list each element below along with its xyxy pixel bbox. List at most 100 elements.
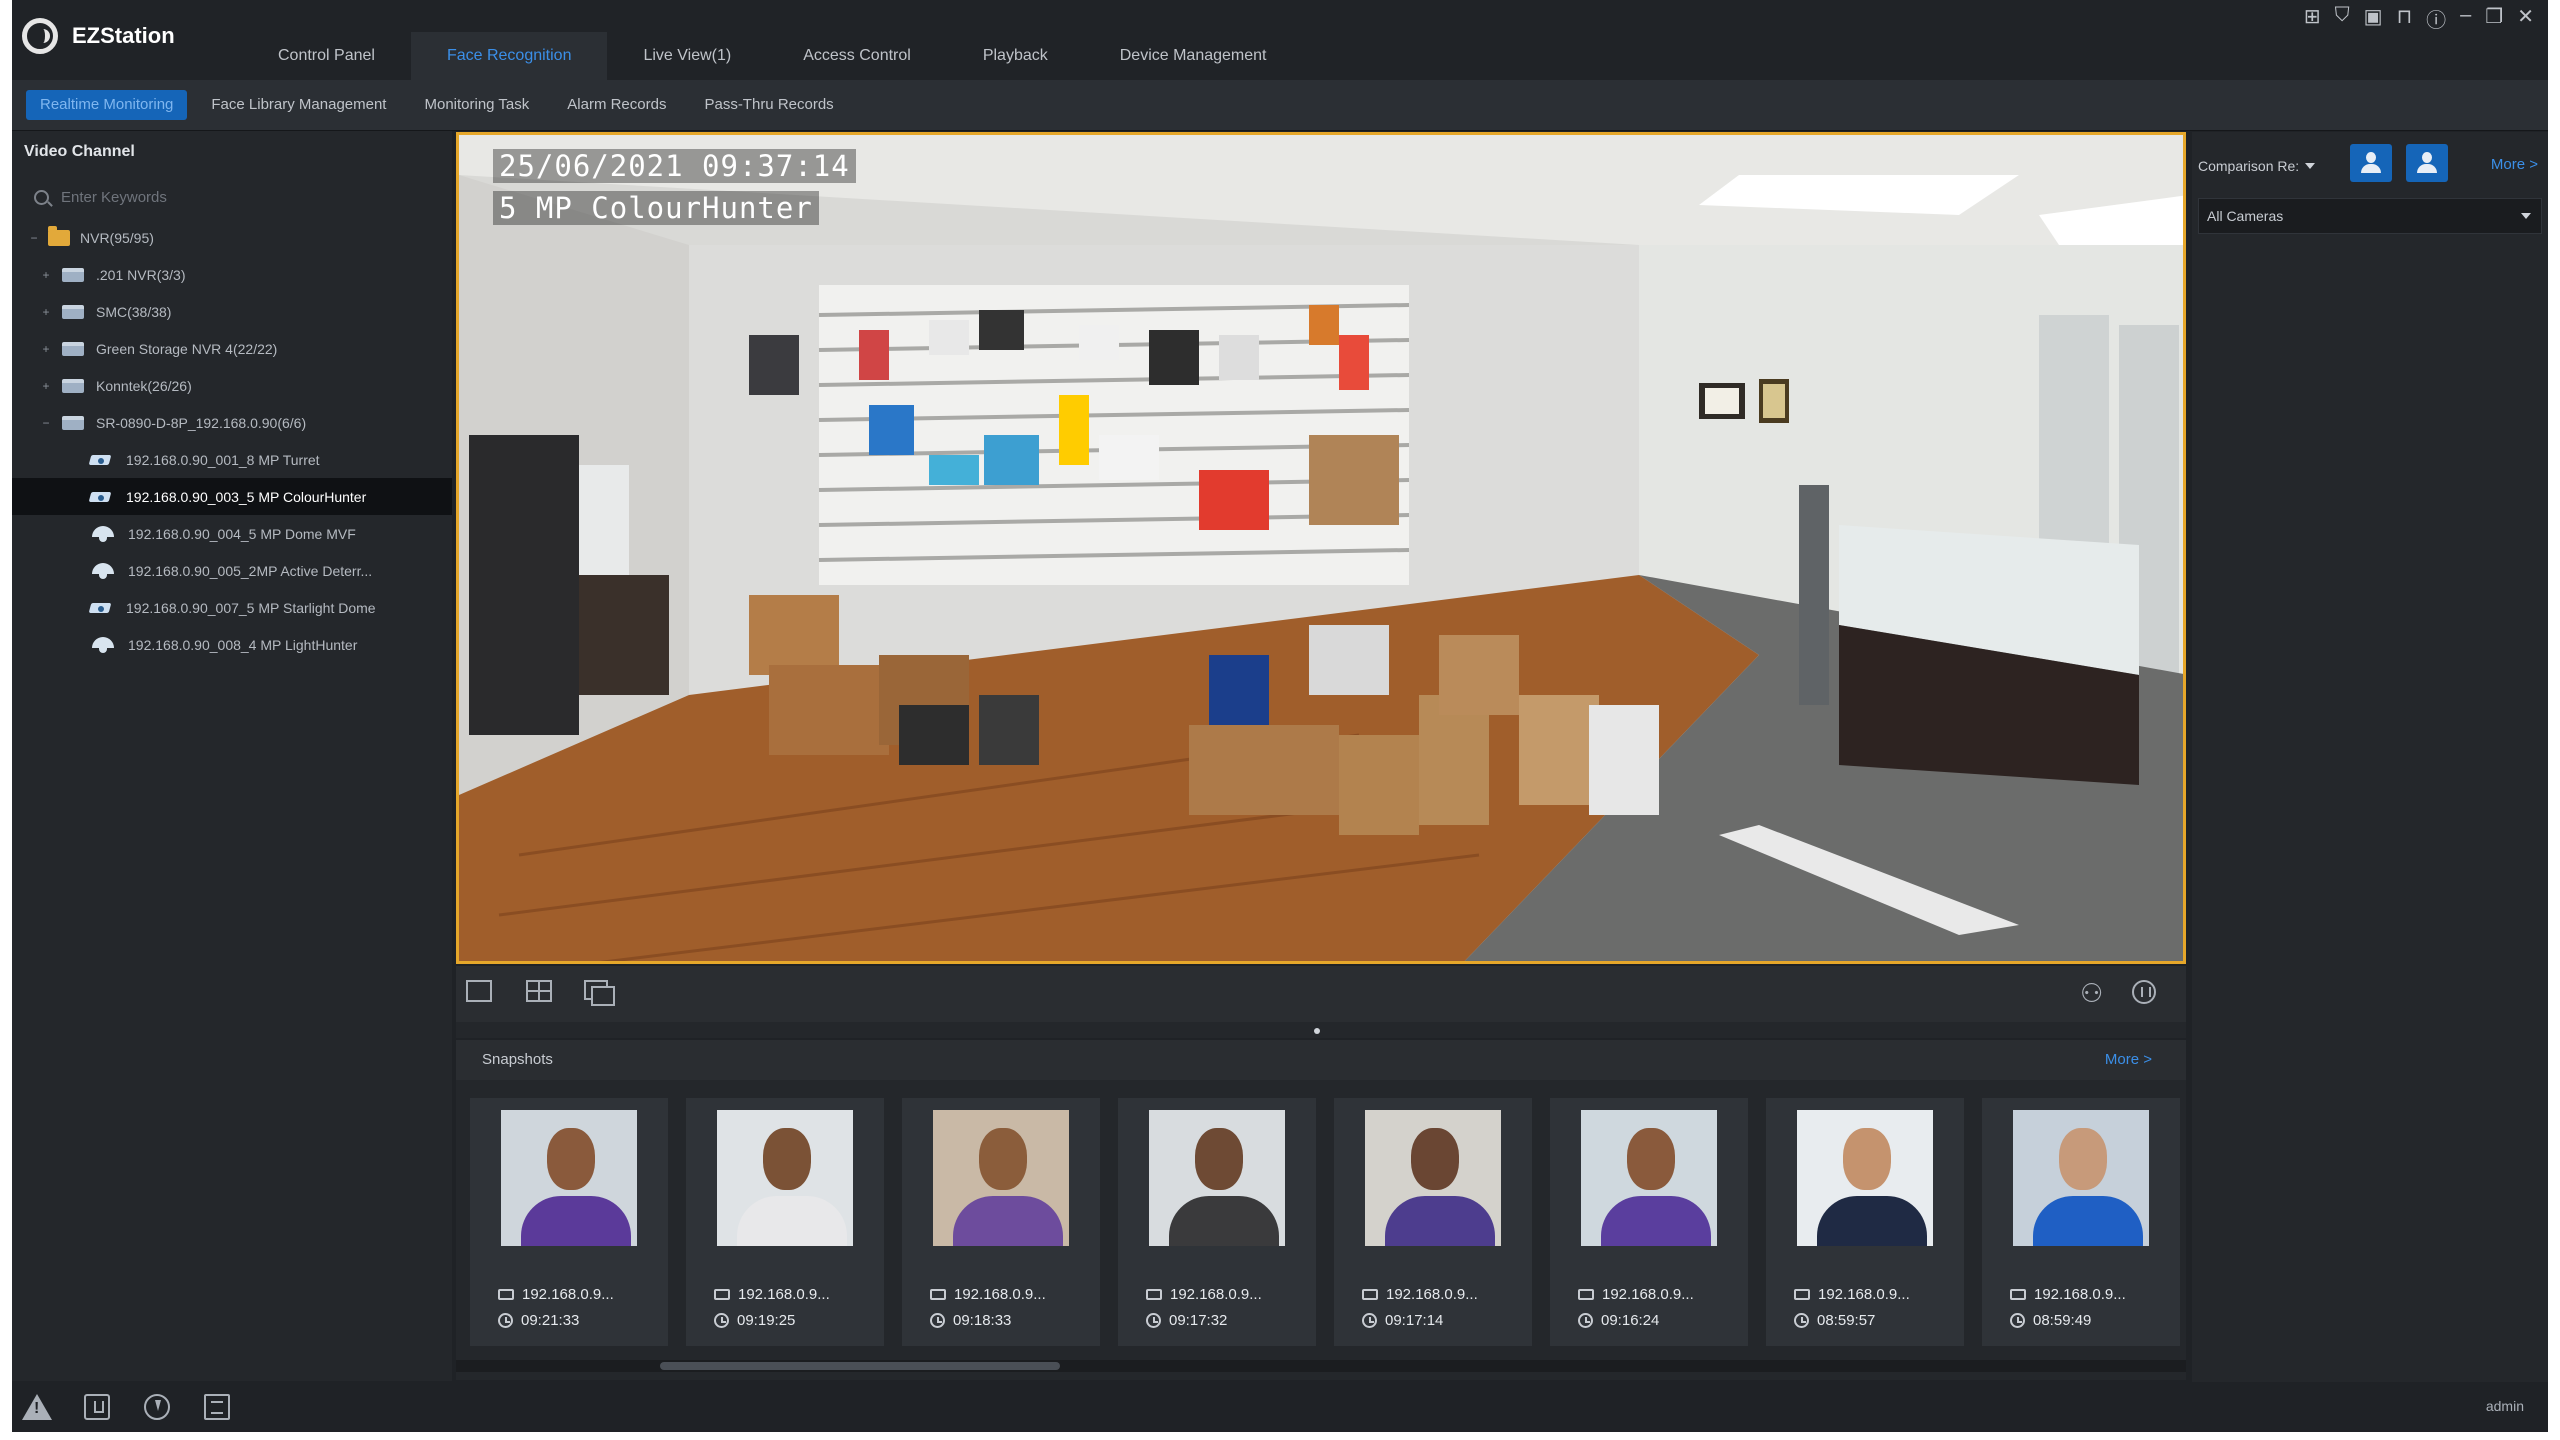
- tree-item-label: 192.168.0.90_008_4 MP LightHunter: [128, 636, 358, 653]
- snapshot-card[interactable]: 192.168.0.9... 09:21:33: [470, 1098, 668, 1346]
- import-icon[interactable]: [84, 1394, 110, 1420]
- snapshot-card[interactable]: 192.168.0.9... 09:17:14: [1334, 1098, 1532, 1346]
- tree-item-label: Green Storage NVR 4(22/22): [96, 340, 278, 357]
- comparison-dropdown[interactable]: Comparison Re:: [2198, 150, 2336, 182]
- scrollbar-thumb[interactable]: [660, 1362, 1060, 1370]
- window-controls: ⊞ ⛉ ▣ ⊓ ⓘ – ❐ ✕: [2304, 4, 2534, 33]
- tree-item[interactable]: 192.168.0.90_007_5 MP Starlight Dome: [12, 589, 452, 626]
- minimize-icon[interactable]: –: [2460, 4, 2471, 33]
- face-thumbnail[interactable]: [1149, 1110, 1285, 1246]
- panel-splitter[interactable]: [456, 1022, 2186, 1038]
- download-icon[interactable]: [144, 1394, 170, 1420]
- quad-view-icon[interactable]: [526, 980, 552, 1002]
- snapshot-time: 09:17:32: [1169, 1312, 1228, 1329]
- snapshot-time: 09:18:33: [953, 1312, 1012, 1329]
- snapshot-time-row: 09:17:32: [1146, 1312, 1227, 1329]
- single-view-icon[interactable]: [466, 980, 492, 1002]
- snapshots-scrollbar[interactable]: [456, 1360, 2186, 1372]
- shirt-skin-icon[interactable]: ⛉: [2335, 4, 2350, 33]
- snapshot-card[interactable]: 192.168.0.9... 09:18:33: [902, 1098, 1100, 1346]
- thumbnail-body: [953, 1196, 1063, 1246]
- snapshots-title: Snapshots: [482, 1051, 553, 1068]
- alarm-warning-icon[interactable]: [22, 1394, 52, 1420]
- close-icon[interactable]: ✕: [2517, 4, 2534, 33]
- task-list-icon[interactable]: [204, 1394, 230, 1420]
- face-thumbnail[interactable]: [1365, 1110, 1501, 1246]
- save-icon[interactable]: ▣: [2364, 4, 2383, 33]
- thumbnail-face: [1843, 1128, 1891, 1190]
- snapshot-card[interactable]: 192.168.0.9... 08:59:49: [1982, 1098, 2180, 1346]
- face-capture-icon[interactable]: ⚇: [2080, 978, 2103, 1009]
- tree-item-label: 192.168.0.90_001_8 MP Turret: [126, 451, 320, 468]
- layout-icon[interactable]: ⊞: [2304, 4, 2321, 33]
- nvr-icon: [62, 304, 84, 319]
- face-match-button[interactable]: [2406, 144, 2448, 182]
- tree-item[interactable]: 192.168.0.90_004_5 MP Dome MVF: [12, 515, 452, 552]
- subtab-face-library-management[interactable]: Face Library Management: [197, 90, 400, 120]
- camera-select[interactable]: All Cameras: [2198, 198, 2542, 234]
- tree-item-label: 192.168.0.90_004_5 MP Dome MVF: [128, 525, 356, 542]
- lock-icon[interactable]: ⊓: [2397, 4, 2413, 33]
- face-thumbnail[interactable]: [1581, 1110, 1717, 1246]
- snapshots-more-link[interactable]: More >: [2105, 1051, 2152, 1068]
- face-thumbnail[interactable]: [2013, 1110, 2149, 1246]
- snapshot-card[interactable]: 192.168.0.9... 09:16:24: [1550, 1098, 1748, 1346]
- tree-item[interactable]: − SR-0890-D-8P_192.168.0.90(6/6): [12, 404, 452, 441]
- channel-icon: [1146, 1289, 1162, 1300]
- snapshot-card[interactable]: 192.168.0.9... 09:17:32: [1118, 1098, 1316, 1346]
- subtab-realtime-monitoring[interactable]: Realtime Monitoring: [26, 90, 188, 120]
- snapshot-time: 08:59:57: [1817, 1312, 1876, 1329]
- subtab-alarm-records[interactable]: Alarm Records: [553, 90, 680, 120]
- tab-control-panel[interactable]: Control Panel: [242, 32, 411, 80]
- thumbnail-body: [737, 1196, 847, 1246]
- tree-item[interactable]: + Konntek(26/26): [12, 367, 452, 404]
- channel-icon: [498, 1289, 514, 1300]
- expand-icon[interactable]: +: [40, 379, 52, 393]
- stop-icon[interactable]: [2132, 980, 2156, 1004]
- face-thumbnail[interactable]: [717, 1110, 853, 1246]
- snapshot-time-row: 09:18:33: [930, 1312, 1011, 1329]
- face-compare-button[interactable]: [2350, 144, 2392, 182]
- tab-face-recognition[interactable]: Face Recognition: [410, 32, 608, 80]
- snapshot-card[interactable]: 192.168.0.9... 08:59:57: [1766, 1098, 1964, 1346]
- snapshot-time: 08:59:49: [2033, 1312, 2092, 1329]
- tree-item[interactable]: + Green Storage NVR 4(22/22): [12, 330, 452, 367]
- search-input[interactable]: [59, 187, 423, 207]
- tree-item[interactable]: 192.168.0.90_001_8 MP Turret: [12, 441, 452, 478]
- help-icon[interactable]: ⓘ: [2426, 4, 2446, 33]
- nvr-icon: [62, 378, 84, 393]
- snapshot-time: 09:21:33: [521, 1312, 580, 1329]
- tree-item[interactable]: + .201 NVR(3/3): [12, 256, 452, 293]
- subtab-pass-thru-records[interactable]: Pass-Thru Records: [690, 90, 847, 120]
- tab-access-control[interactable]: Access Control: [767, 32, 947, 80]
- tab-live-view[interactable]: Live View(1): [607, 32, 767, 80]
- collapse-icon[interactable]: −: [28, 231, 40, 245]
- expand-icon[interactable]: +: [40, 305, 52, 319]
- comparison-more-link[interactable]: More >: [2491, 156, 2538, 173]
- snapshot-card[interactable]: 192.168.0.9... 09:19:25: [686, 1098, 884, 1346]
- expand-icon[interactable]: +: [40, 268, 52, 282]
- clock-icon: [1146, 1313, 1161, 1328]
- snapshot-ip: 192.168.0.9...: [1386, 1286, 1478, 1303]
- multi-window-icon[interactable]: [584, 980, 615, 1006]
- tree-item[interactable]: 192.168.0.90_005_2MP Active Deterr...: [12, 552, 452, 589]
- splitter-handle-icon[interactable]: [1314, 1028, 1320, 1034]
- clock-icon: [2010, 1313, 2025, 1328]
- subtab-monitoring-task[interactable]: Monitoring Task: [410, 90, 543, 120]
- expand-icon[interactable]: +: [40, 342, 52, 356]
- tab-device-management[interactable]: Device Management: [1084, 32, 1303, 80]
- sub-navigation: Realtime Monitoring Face Library Managem…: [12, 80, 2548, 131]
- collapse-icon[interactable]: −: [40, 416, 52, 430]
- face-thumbnail[interactable]: [1797, 1110, 1933, 1246]
- restore-icon[interactable]: ❐: [2485, 4, 2503, 33]
- tree-item[interactable]: 192.168.0.90_008_4 MP LightHunter: [12, 626, 452, 663]
- tree-item[interactable]: 192.168.0.90_003_5 MP ColourHunter: [12, 478, 452, 515]
- tree-item[interactable]: + SMC(38/38): [12, 293, 452, 330]
- thumbnail-body: [2033, 1196, 2143, 1246]
- channel-icon: [714, 1289, 730, 1300]
- tab-playback[interactable]: Playback: [947, 32, 1084, 80]
- tree-item[interactable]: − NVR(95/95): [12, 219, 452, 256]
- live-video-view[interactable]: 25/06/2021 09:37:14 5 MP ColourHunter: [456, 132, 2186, 964]
- face-thumbnail[interactable]: [501, 1110, 637, 1246]
- face-thumbnail[interactable]: [933, 1110, 1069, 1246]
